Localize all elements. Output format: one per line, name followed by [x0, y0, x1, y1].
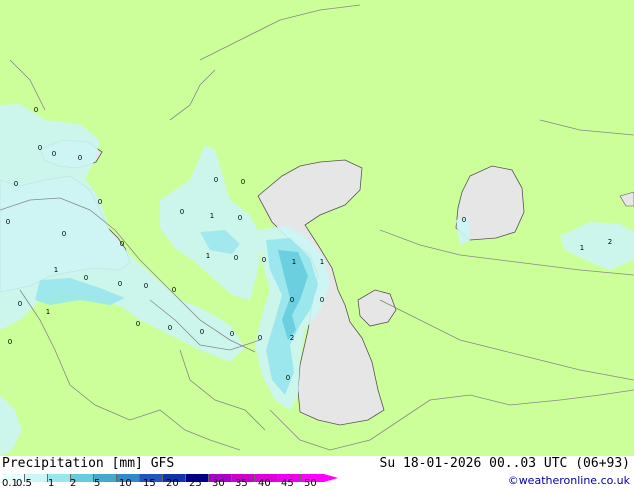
precip-value: 0: [320, 296, 324, 304]
precip-value: 0: [120, 240, 124, 248]
legend-label: 1: [48, 478, 55, 489]
credit-link[interactable]: ©weatheronline.co.uk: [508, 474, 630, 487]
legend-label: 45: [281, 478, 294, 489]
precip-value: 0: [262, 256, 266, 264]
precip-value: 0: [14, 180, 18, 188]
map-canvas: 0 0 0 0 0 0 0 0 0 1 0 0 0 0 1 1 0 0 1 0 0 0 0 0 0 0 0 1 0 0 2 0 0 1 2 1 0 0 0: [0, 0, 634, 456]
precip-value: 0: [214, 176, 218, 184]
precip-value: 0: [180, 208, 184, 216]
legend-label: 5: [94, 478, 101, 489]
legend-label: 2: [70, 478, 77, 489]
precip-value: 0: [200, 328, 204, 336]
precip-value: 2: [290, 334, 294, 342]
precip-value: 0: [78, 154, 82, 162]
precip-value: 1: [54, 266, 58, 274]
precip-value: 1: [206, 252, 210, 260]
legend-label: 15: [143, 478, 156, 489]
precip-value: 1: [292, 258, 296, 266]
precip-value: 0: [18, 300, 22, 308]
precip-value: 0: [258, 334, 262, 342]
precip-value: 0: [98, 198, 102, 206]
legend-label: 40: [258, 478, 271, 489]
map-footer: Precipitation [mm] GFS Su 18-01-2026 00.…: [0, 456, 634, 490]
precip-value: 0: [62, 230, 66, 238]
precip-value: 0: [118, 280, 122, 288]
legend-label: 20: [166, 478, 179, 489]
legend-label: 35: [235, 478, 248, 489]
legend-label: 25: [189, 478, 202, 489]
precip-value: 0: [462, 216, 466, 224]
valid-time: Su 18-01-2026 00..03 UTC (06+93): [379, 456, 630, 471]
precip-value: 0: [286, 374, 290, 382]
precip-value: 0: [136, 320, 140, 328]
precip-value: 0: [230, 330, 234, 338]
precip-value: 0: [172, 286, 176, 294]
legend-label: 30: [212, 478, 225, 489]
precip-value: 1: [210, 212, 214, 220]
precipitation-map: 0 0 0 0 0 0 0 0 0 1 0 0 0 0 1 1 0 0 1 0 0 0 0 0 0 0 0 1 0 0 2 0 0 1 2 1 0 0 0: [0, 0, 634, 456]
precip-value: 0: [84, 274, 88, 282]
precip-value: 0: [290, 296, 294, 304]
precip-value: 0: [52, 150, 56, 158]
precip-value: 0: [168, 324, 172, 332]
precip-value: 0: [38, 144, 42, 152]
precip-value: 0: [8, 338, 12, 346]
legend-label: 0.5: [16, 478, 32, 489]
precip-value: 0: [241, 178, 245, 186]
precip-value: 0: [234, 254, 238, 262]
precip-value: 0: [238, 214, 242, 222]
legend-label: 50: [304, 478, 317, 489]
precip-value: 1: [580, 244, 584, 252]
map-title: Precipitation [mm] GFS: [2, 456, 175, 471]
precip-value: 0: [34, 106, 38, 114]
legend-label: 10: [119, 478, 132, 489]
precip-value: 1: [320, 258, 324, 266]
precip-value: 0: [144, 282, 148, 290]
precip-value: 2: [608, 238, 612, 246]
precip-value: 1: [46, 308, 50, 316]
precip-value: 0: [6, 218, 10, 226]
legend-labels: 0.1 0.5 1 2 5 10 15 20 25 30 35 40 45 50: [0, 478, 330, 490]
